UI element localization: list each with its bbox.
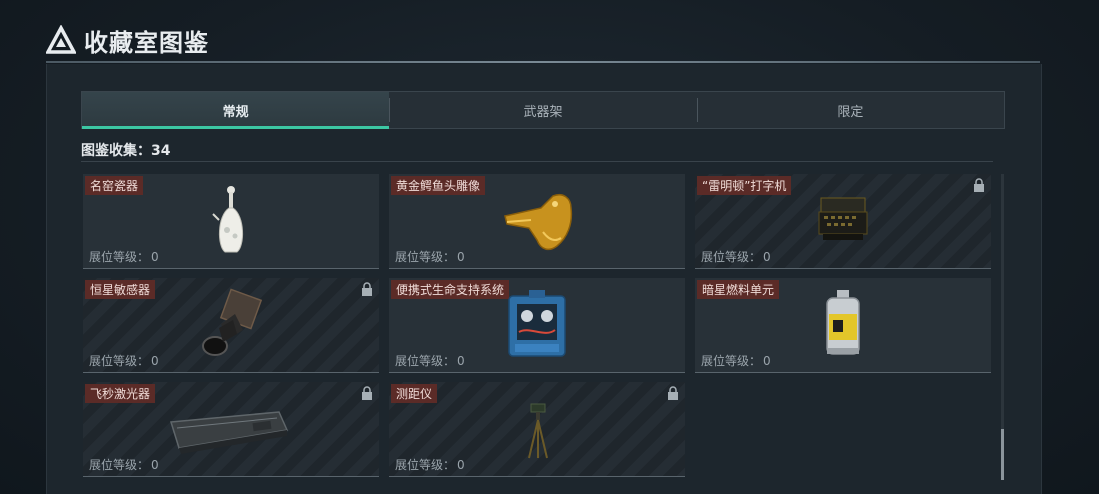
lock-icon xyxy=(668,386,678,400)
lock-icon xyxy=(362,386,372,400)
porcelain-vase-icon xyxy=(212,186,243,253)
collection-divider xyxy=(81,161,993,162)
item-name: 测距仪 xyxy=(391,384,438,403)
page-header: 收藏室图鉴 xyxy=(46,20,209,60)
lock-icon xyxy=(974,178,984,192)
life-support-system-icon xyxy=(508,290,566,357)
booth-level: 展位等级： 0 xyxy=(395,458,465,472)
page-title: 收藏室图鉴 xyxy=(84,28,209,57)
fuel-cell-icon xyxy=(826,290,860,355)
booth-level: 展位等级： 0 xyxy=(395,354,465,368)
item-name: “雷明顿”打字机 xyxy=(697,176,792,195)
tab-limited[interactable]: 限定 xyxy=(696,92,1004,128)
booth-level: 展位等级： 0 xyxy=(89,250,159,264)
collection-count: 图鉴收集：34 xyxy=(81,143,171,159)
item-card[interactable]: “雷明顿”打字机 展位等级： 0 xyxy=(695,174,991,269)
item-card[interactable]: 便携式生命支持系统 展位等级： 0 xyxy=(389,278,685,373)
tab-regular[interactable]: 常规 xyxy=(82,92,390,129)
booth-level: 展位等级： 0 xyxy=(701,354,771,368)
item-name: 名窑瓷器 xyxy=(85,176,144,195)
lock-icon xyxy=(362,282,372,296)
category-tabs: 常规 武器架 限定 xyxy=(81,91,1005,129)
item-name: 便携式生命支持系统 xyxy=(391,280,510,299)
item-card[interactable]: 恒星敏感器 展位等级： 0 xyxy=(83,278,379,373)
scrollbar-thumb[interactable] xyxy=(1001,429,1004,480)
typewriter-icon xyxy=(818,197,868,240)
golden-crocodile-head-icon xyxy=(504,194,573,251)
collection-panel: 常规 武器架 限定 图鉴收集：34 名窑瓷器 展位等级： 0 黄金鳄鱼头雕像 展… xyxy=(46,64,1042,494)
header-divider xyxy=(46,61,1040,63)
star-sensor-icon xyxy=(202,288,263,356)
booth-level: 展位等级： 0 xyxy=(701,250,771,264)
femtosecond-laser-icon xyxy=(170,411,289,454)
item-name: 飞秒激光器 xyxy=(85,384,156,403)
item-name: 恒星敏感器 xyxy=(85,280,156,299)
item-name: 暗星燃料单元 xyxy=(697,280,780,299)
item-card[interactable]: 测距仪 展位等级： 0 xyxy=(389,382,685,477)
item-card[interactable]: 黄金鳄鱼头雕像 展位等级： 0 xyxy=(389,174,685,269)
booth-level: 展位等级： 0 xyxy=(89,354,159,368)
item-card[interactable]: 名窑瓷器 展位等级： 0 xyxy=(83,174,379,269)
rangefinder-icon xyxy=(528,403,548,459)
scrollbar-track[interactable] xyxy=(1001,174,1004,480)
item-card[interactable]: 飞秒激光器 展位等级： 0 xyxy=(83,382,379,477)
item-card[interactable]: 暗星燃料单元 展位等级： 0 xyxy=(695,278,991,373)
item-name: 黄金鳄鱼头雕像 xyxy=(391,176,486,195)
booth-level: 展位等级： 0 xyxy=(89,458,159,472)
game-logo-icon xyxy=(46,25,76,54)
tab-weapon-rack[interactable]: 武器架 xyxy=(389,92,696,128)
booth-level: 展位等级： 0 xyxy=(395,250,465,264)
